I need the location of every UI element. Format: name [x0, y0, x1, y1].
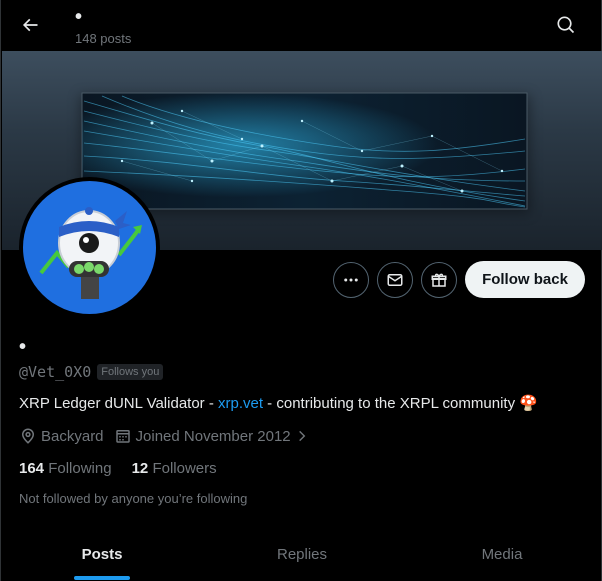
profile-handle: @Vet_0X0	[19, 363, 92, 381]
more-dots-icon	[344, 278, 358, 282]
tab-media[interactable]: Media	[402, 527, 602, 581]
location-text: Backyard	[41, 427, 104, 445]
location-pin-icon	[21, 428, 35, 444]
profile-display-name: •	[19, 336, 27, 358]
search-icon	[557, 16, 575, 34]
joined-text: Joined November 2012	[135, 427, 291, 445]
active-tab-indicator	[74, 576, 130, 580]
followers-link[interactable]: 12 Followers	[132, 460, 217, 477]
location-item: Backyard	[19, 427, 104, 445]
subscribe-button[interactable]	[421, 262, 457, 298]
tab-replies-label: Replies	[276, 545, 328, 563]
profile-bio: XRP Ledger dUNL Validator - xrp.vet - co…	[19, 394, 538, 414]
not-followed-note: Not followed by anyone you’re following	[19, 491, 248, 506]
message-button[interactable]	[377, 262, 413, 298]
top-bar: • 148 posts	[1, 0, 602, 52]
bio-prefix: XRP Ledger dUNL Validator -	[19, 395, 218, 412]
profile-tabs: Posts Replies Media	[2, 527, 602, 581]
following-label: Following	[48, 460, 112, 477]
tab-media-label: Media	[481, 545, 523, 563]
profile-avatar[interactable]	[19, 177, 160, 318]
follow-back-button[interactable]: Follow back	[465, 261, 585, 298]
tab-posts[interactable]: Posts	[2, 527, 202, 581]
following-link[interactable]: 164 Following	[19, 460, 112, 477]
tab-replies[interactable]: Replies	[202, 527, 402, 581]
follows-you-badge: Follows you	[97, 364, 164, 380]
followers-label: Followers	[152, 460, 217, 477]
arrow-left-icon	[22, 18, 38, 32]
joined-item[interactable]: Joined November 2012	[114, 427, 309, 445]
gift-icon	[431, 273, 447, 287]
tab-posts-label: Posts	[81, 545, 123, 563]
envelope-icon	[387, 274, 403, 286]
search-button[interactable]	[549, 8, 583, 42]
avatar-robot-image	[23, 181, 156, 314]
header-display-name: •	[75, 6, 83, 28]
handle-row: @Vet_0X0 Follows you	[19, 363, 164, 381]
following-count: 164	[19, 460, 45, 477]
followers-count: 12	[131, 460, 149, 477]
profile-meta: Backyard Joined November 2012	[19, 427, 319, 445]
more-button[interactable]	[333, 262, 369, 298]
bio-link[interactable]: xrp.vet	[218, 395, 263, 412]
bio-suffix: - contributing to the XRPL community 🍄	[263, 395, 538, 412]
chevron-right-icon	[298, 430, 305, 442]
back-button[interactable]	[13, 8, 47, 42]
post-count: 148 posts	[75, 31, 132, 46]
profile-page: • 148 posts Follow back • @Vet_0X0 Follo…	[0, 0, 602, 581]
follow-stats: 164 Following 12 Followers	[19, 460, 217, 477]
calendar-icon	[115, 430, 130, 443]
